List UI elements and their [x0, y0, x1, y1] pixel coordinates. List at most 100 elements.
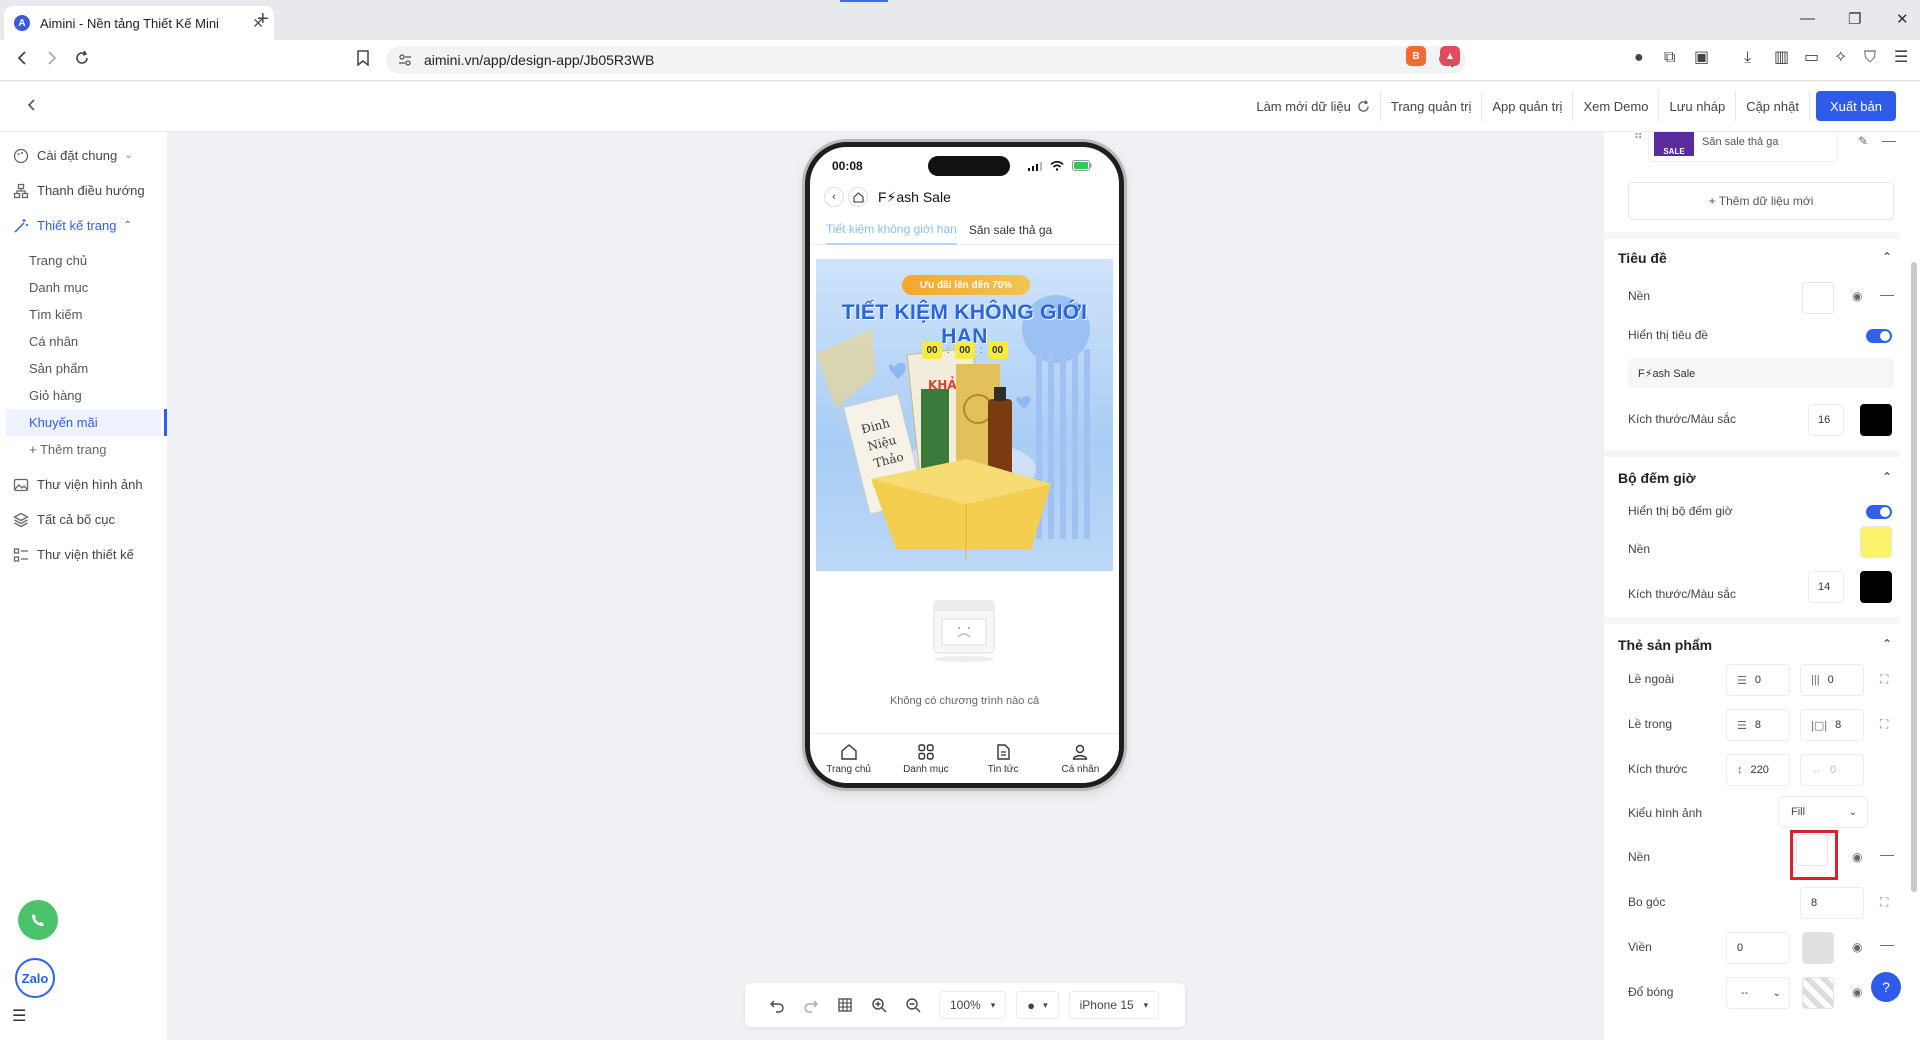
sidebar-item-design-library[interactable]: Thư viện thiết kế [0, 537, 167, 572]
collapse-card-section-icon[interactable]: ⌃ [1882, 637, 1892, 651]
redo-icon[interactable] [803, 997, 819, 1013]
sidebar-item-image-library[interactable]: Thư viện hình ảnh [0, 467, 167, 502]
title-color-swatch[interactable] [1860, 404, 1892, 436]
margin-vertical-input[interactable]: ☰ 0 [1726, 664, 1790, 696]
page-item-promotions[interactable]: Khuyến mãi [6, 409, 167, 436]
eye-icon[interactable]: ◉ [1852, 289, 1862, 303]
page-item-home[interactable]: Trang chủ [0, 247, 167, 274]
zoom-in-icon[interactable] [871, 997, 887, 1013]
site-settings-icon[interactable] [398, 53, 412, 67]
border-width-input[interactable]: 0 [1726, 932, 1790, 964]
brave-rewards-icon[interactable]: ▲ [1440, 46, 1460, 66]
margin-horizontal-input[interactable]: ||| 0 [1800, 664, 1864, 696]
close-window-icon[interactable]: ✕ [1896, 10, 1909, 28]
save-draft-button[interactable]: Lưu nháp [1659, 91, 1737, 121]
flash-sale-banner[interactable]: KHẢI Đinh Niệu Thảo Ưu đãi lên đến 70% T… [816, 259, 1113, 571]
edit-icon[interactable]: ✎ [1858, 134, 1868, 148]
device-select[interactable]: iPhone 15 ▾ [1068, 991, 1160, 1019]
grid-toggle-icon[interactable] [837, 997, 853, 1013]
sidebar-item-all-layouts[interactable]: Tất cả bố cục [0, 502, 167, 537]
padding-vertical-input[interactable]: ☰ 8 [1726, 709, 1790, 741]
phone-call-button[interactable] [18, 900, 58, 940]
downloads-icon[interactable]: ⤓ [1744, 50, 1751, 66]
refresh-data-button[interactable]: Làm mới dữ liệu [1246, 91, 1381, 121]
admin-app-button[interactable]: App quản trị [1482, 91, 1574, 121]
undo-icon[interactable] [769, 997, 785, 1013]
title-bg-swatch[interactable] [1802, 282, 1834, 314]
collapse-title-section-icon[interactable]: ⌃ [1882, 250, 1892, 264]
extensions-icon[interactable]: ⧉ [1664, 50, 1675, 66]
height-input[interactable]: ↕ 220 [1726, 754, 1790, 786]
remove-icon[interactable]: — [1880, 286, 1894, 302]
screenshot-icon[interactable]: ▣ [1694, 50, 1709, 66]
add-page-button[interactable]: + Thêm trang [0, 436, 167, 463]
show-title-toggle[interactable] [1866, 329, 1892, 343]
bookmark-icon[interactable] [356, 50, 370, 66]
phone-back-icon[interactable]: ‹ [824, 187, 844, 207]
sidebar-item-navigation-bar[interactable]: Thanh điều hướng [0, 173, 167, 208]
collapse-menu-icon[interactable]: ☰ [12, 1006, 26, 1026]
new-tab-icon[interactable]: + [257, 8, 269, 31]
zalo-chat-button[interactable]: Zalo [15, 958, 55, 998]
publish-button[interactable]: Xuất bản [1815, 91, 1896, 121]
title-input[interactable]: F⚡ash Sale [1628, 358, 1894, 388]
phone-home-icon[interactable] [848, 187, 868, 207]
back-arrow-icon[interactable] [24, 97, 40, 113]
page-item-products[interactable]: Sản phẩm [0, 355, 167, 382]
expand-icon[interactable]: ⛶ [1880, 895, 1888, 910]
phone-tab-sale-hunting[interactable]: Săn sale thả ga [969, 215, 1052, 245]
padding-horizontal-input[interactable]: |▢| 8 [1800, 709, 1864, 741]
collapse-timer-section-icon[interactable]: ⌃ [1882, 470, 1892, 484]
width-input[interactable]: ↔ 0 [1800, 754, 1864, 786]
back-icon[interactable] [14, 50, 30, 66]
bottom-nav-home[interactable]: Trang chủ [810, 734, 887, 783]
platform-select[interactable]: ● ▾ [1016, 991, 1059, 1019]
restore-icon[interactable]: ❐ [1848, 10, 1861, 28]
radius-input[interactable]: 8 [1800, 887, 1864, 919]
timer-size-input[interactable]: 14 [1808, 571, 1844, 603]
shadow-select[interactable]: -- ⌄ [1726, 977, 1790, 1009]
sidebar-item-page-design[interactable]: Thiết kế trang ⌃ [0, 208, 167, 243]
zoom-select[interactable]: 100% ▾ [939, 991, 1007, 1019]
vpn-icon[interactable]: ⛉ [1864, 50, 1876, 66]
timer-color-swatch[interactable] [1860, 571, 1892, 603]
remove-icon[interactable]: — [1880, 846, 1894, 862]
page-item-category[interactable]: Danh mục [0, 274, 167, 301]
eye-icon[interactable]: ◉ [1852, 985, 1862, 999]
border-color-swatch[interactable] [1802, 932, 1834, 964]
eye-icon[interactable]: ◉ [1852, 850, 1862, 864]
help-button[interactable]: ? [1871, 972, 1901, 1002]
panel-scrollbar[interactable] [1911, 262, 1917, 892]
remove-icon[interactable]: — [1882, 132, 1896, 148]
page-item-profile[interactable]: Cá nhân [0, 328, 167, 355]
url-field[interactable]: aimini.vn/app/design-app/Jb05R3WB [386, 46, 1466, 74]
page-item-search[interactable]: Tìm kiếm [0, 301, 167, 328]
forward-icon[interactable] [44, 50, 60, 66]
admin-page-button[interactable]: Trang quản trị [1381, 91, 1483, 121]
bottom-nav-category[interactable]: Danh mục [887, 734, 964, 783]
phone-tab-unlimited-saving[interactable]: Tiết kiệm không giới hạn [826, 215, 957, 245]
page-item-cart[interactable]: Giỏ hàng [0, 382, 167, 409]
view-demo-button[interactable]: Xem Demo [1573, 91, 1660, 121]
eye-icon[interactable]: ◉ [1852, 940, 1862, 954]
expand-icon[interactable]: ⛶ [1880, 672, 1888, 687]
wallet-icon[interactable]: ▭ [1804, 50, 1819, 66]
bottom-nav-profile[interactable]: Cá nhân [1042, 734, 1119, 783]
cookie-extension-icon[interactable]: ● [1634, 50, 1644, 66]
image-style-select[interactable]: Fill ⌄ [1778, 796, 1868, 828]
brave-shield-icon[interactable]: B [1406, 46, 1426, 66]
show-timer-toggle[interactable] [1866, 505, 1892, 519]
minimize-icon[interactable]: — [1800, 10, 1815, 27]
reload-icon[interactable] [74, 50, 90, 66]
add-data-button[interactable]: + Thêm dữ liệu mới [1628, 182, 1894, 220]
drag-handle-icon[interactable]: ⠿ [1634, 132, 1643, 142]
remove-icon[interactable]: — [1880, 936, 1894, 952]
leo-ai-icon[interactable]: ✧ [1834, 50, 1847, 66]
menu-icon[interactable]: ☰ [1894, 50, 1908, 66]
expand-icon[interactable]: ⛶ [1880, 717, 1888, 732]
shadow-color-swatch[interactable] [1802, 977, 1834, 1009]
browser-tab[interactable]: A Aimini - Nền tảng Thiết Kế Mini ✕ [4, 6, 274, 40]
title-size-input[interactable]: 16 [1808, 404, 1844, 436]
update-button[interactable]: Cập nhật [1736, 91, 1810, 121]
sidebar-item-general-settings[interactable]: Cài đặt chung ⌄ [0, 138, 167, 173]
